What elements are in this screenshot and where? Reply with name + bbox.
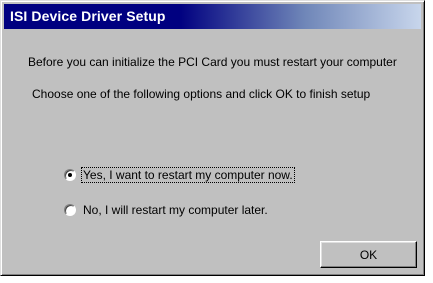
restart-later-label[interactable]: No, I will restart my computer later. (82, 203, 269, 217)
restart-now-option[interactable]: Yes, I want to restart my computer now. (64, 167, 295, 183)
radio-selected-dot (68, 173, 72, 177)
title-bar[interactable]: ISI Device Driver Setup (4, 4, 421, 29)
restart-later-option[interactable]: No, I will restart my computer later. (64, 202, 269, 218)
restart-message: Before you can initialize the PCI Card y… (28, 55, 397, 69)
setup-dialog: ISI Device Driver Setup Before you can i… (0, 0, 425, 276)
window-title: ISI Device Driver Setup (10, 8, 166, 24)
restart-now-label[interactable]: Yes, I want to restart my computer now. (81, 167, 295, 183)
restart-later-radio[interactable] (64, 204, 76, 216)
instruction-message: Choose one of the following options and … (32, 87, 371, 101)
ok-button[interactable]: OK (320, 241, 417, 268)
restart-now-radio[interactable] (64, 169, 76, 181)
